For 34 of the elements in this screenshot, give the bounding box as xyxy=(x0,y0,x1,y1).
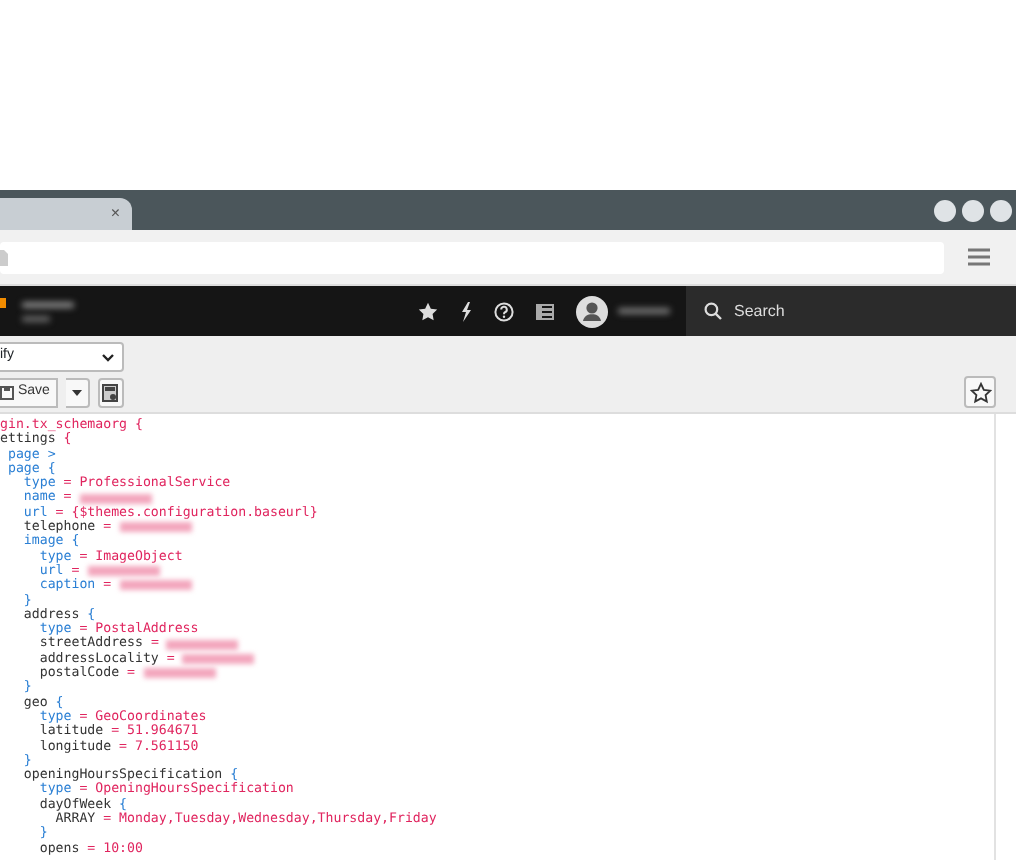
menu-icon[interactable] xyxy=(968,248,990,266)
tab-close[interactable]: × xyxy=(110,206,120,222)
address-field[interactable] xyxy=(0,241,944,273)
logo-icon xyxy=(0,298,6,308)
window-dot-icon[interactable] xyxy=(990,199,1012,221)
list-icon[interactable] xyxy=(536,303,554,319)
search-icon xyxy=(704,302,722,320)
avatar-icon[interactable] xyxy=(576,295,608,327)
search-bar[interactable]: Search xyxy=(686,286,1016,336)
help-icon[interactable] xyxy=(494,301,514,321)
lightning-icon[interactable] xyxy=(460,301,472,321)
page-icon xyxy=(0,249,8,265)
redacted-value xyxy=(182,653,255,664)
document-icon xyxy=(102,383,119,401)
redacted-value xyxy=(87,566,160,577)
save-icon xyxy=(0,385,14,399)
star-icon[interactable] xyxy=(418,301,438,321)
redacted-value xyxy=(119,522,192,533)
caret-icon xyxy=(71,389,82,395)
search-field[interactable]: Search xyxy=(734,299,974,323)
star-icon xyxy=(969,381,991,403)
bookmark-button[interactable] xyxy=(964,376,996,408)
browser-tab[interactable]: × xyxy=(0,198,132,230)
view-button[interactable] xyxy=(97,377,124,407)
save-options-button[interactable] xyxy=(65,377,90,407)
blurred-site-title xyxy=(22,301,74,307)
blurred-username xyxy=(618,308,670,314)
redacted-value xyxy=(143,668,215,679)
redacted-value xyxy=(166,639,239,650)
window-dot-icon[interactable] xyxy=(934,199,956,221)
caret-icon xyxy=(102,353,114,361)
redacted-value xyxy=(119,580,192,591)
redacted-value xyxy=(79,493,152,504)
window-dot-icon[interactable] xyxy=(962,199,984,221)
